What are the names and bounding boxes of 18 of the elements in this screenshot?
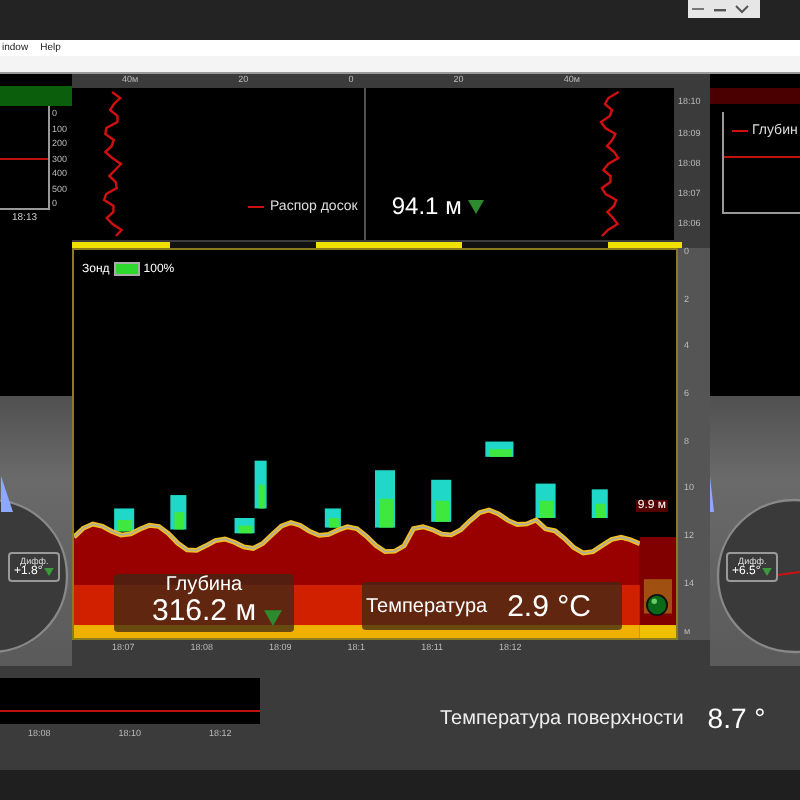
depth-value: 316.2 м [151,596,257,626]
panel-header [0,86,72,106]
triangle-icon [44,568,55,576]
depth-label: Глубина [165,574,243,596]
panel-header [710,88,800,104]
triangle-icon [467,199,484,213]
legend-line-icon [732,130,748,132]
temperature-label: Температура [366,595,488,617]
window-controls-icon[interactable] [688,0,760,18]
legend-line-icon [248,205,264,207]
triangle-icon [762,568,773,576]
sensor-ball-icon [646,594,668,616]
temperature-value: 2.9 °C [507,589,591,623]
battery-icon [113,262,140,276]
surface-temperature-label: Температура поверхности [440,707,684,729]
surface-temperature-value: 8.7 ° [707,702,766,734]
spread-value: 94.1 м [391,192,462,220]
triangle-icon [264,610,282,626]
